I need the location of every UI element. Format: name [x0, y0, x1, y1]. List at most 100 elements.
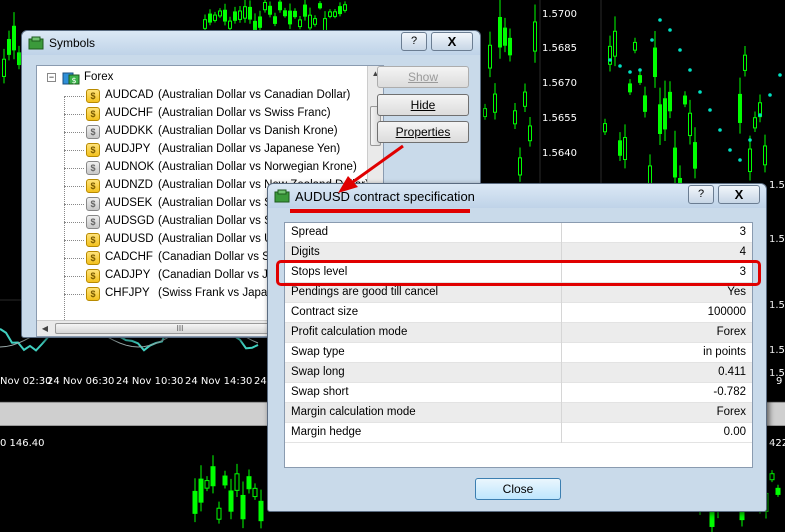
- candle: [298, 19, 302, 28]
- symbols-window-icon: [28, 36, 44, 50]
- indicator-dot: [738, 158, 742, 162]
- price-tick: 1.5685: [542, 43, 577, 54]
- candle: [2, 58, 6, 77]
- candle: [238, 10, 242, 20]
- symbol-label: CHFJPY: [105, 287, 150, 299]
- column-separator: [561, 363, 562, 383]
- tree-connector: [64, 114, 84, 115]
- red-arrow-annotation: [338, 144, 404, 193]
- candle: [273, 16, 277, 24]
- spec-table[interactable]: Spread 3 Digits 4 Stops level 3 Pendings are g…: [284, 222, 753, 468]
- candle: [288, 10, 292, 25]
- title-underline-annotation: [290, 209, 470, 213]
- currency-inactive-icon: [86, 161, 100, 175]
- lower-candle: [192, 490, 198, 514]
- currency-icon: [86, 143, 100, 157]
- tree-connector: [64, 186, 84, 187]
- indicator-dot: [678, 48, 682, 52]
- candle: [523, 91, 527, 107]
- spec-value: -0.782: [713, 386, 746, 398]
- symbol-item-audcad[interactable]: AUDCAD (Australian Dollar vs Canadian Dol…: [37, 87, 383, 105]
- spec-row-profit-calculation-mode[interactable]: Profit calculation mode Forex: [285, 323, 752, 343]
- currency-icon: [86, 89, 100, 103]
- spec-key: Margin calculation mode: [291, 406, 416, 418]
- candle: [633, 41, 637, 51]
- lower-candle: [228, 490, 234, 512]
- symbol-label: AUDNZD: [105, 179, 153, 191]
- spec-row-contract-size[interactable]: Contract size 100000: [285, 303, 752, 323]
- indicator-dot: [728, 148, 732, 152]
- spec-row-swap-type[interactable]: Swap type in points: [285, 343, 752, 363]
- spec-row-pendings-are-good-till-cancel[interactable]: Pendings are good till cancel Yes: [285, 283, 752, 303]
- candle: [268, 5, 272, 15]
- spec-row-spread[interactable]: Spread 3: [285, 223, 752, 243]
- candle: [508, 37, 512, 56]
- indicator-dot: [638, 68, 642, 72]
- hide-button[interactable]: Hide: [377, 94, 469, 116]
- symbol-label: AUDSGD: [105, 215, 155, 227]
- spec-key: Spread: [291, 226, 329, 238]
- spec-row-swap-short[interactable]: Swap short -0.782: [285, 383, 752, 403]
- column-separator: [561, 383, 562, 403]
- indicator-dot: [748, 138, 752, 142]
- symbols-title: Symbols: [49, 36, 96, 50]
- indicator-dot: [758, 113, 762, 117]
- lower-candle: [198, 478, 204, 503]
- scroll-left-icon[interactable]: ◀: [37, 321, 53, 336]
- symbols-titlebar[interactable]: Symbols ? X: [22, 31, 480, 55]
- candle: [668, 91, 672, 112]
- candle: [248, 6, 252, 20]
- price-tick: 1.5700: [542, 9, 577, 20]
- candle: [263, 1, 267, 11]
- spec-value: 3: [739, 226, 746, 238]
- candle: [643, 95, 647, 112]
- close-window-button[interactable]: X: [718, 185, 760, 204]
- indicator-dot: [718, 128, 722, 132]
- close-window-button[interactable]: X: [431, 32, 473, 51]
- show-button[interactable]: Show: [377, 66, 469, 88]
- spec-key: Swap long: [291, 366, 345, 378]
- symbol-description: (Australian Dollar vs Canadian Dollar): [158, 89, 351, 101]
- lower-candle: [222, 475, 228, 486]
- candle: [303, 4, 307, 17]
- lower-chart-label-right: 422: [769, 438, 785, 449]
- lower-candle: [769, 473, 775, 481]
- symbol-item-auddkk[interactable]: AUDDKK (Australian Dollar vs Danish Krone…: [37, 123, 383, 141]
- symbol-label: CADJPY: [105, 269, 151, 281]
- spec-value: 100000: [707, 306, 746, 318]
- symbol-label: AUDNOK: [105, 161, 155, 173]
- column-separator: [561, 343, 562, 363]
- symbol-item-audchf[interactable]: AUDCHF (Australian Dollar vs Swiss Franc): [37, 105, 383, 123]
- spec-key: Contract size: [291, 306, 359, 318]
- tree-connector: [64, 258, 84, 259]
- indicator-dot: [668, 28, 672, 32]
- currency-icon: [86, 269, 100, 283]
- candle: [753, 117, 757, 129]
- indicator-dot: [650, 38, 654, 42]
- spec-row-margin-hedge[interactable]: Margin hedge 0.00: [285, 423, 752, 443]
- collapse-icon[interactable]: −: [47, 73, 56, 82]
- spec-value: Yes: [727, 286, 746, 298]
- tree-group-forex[interactable]: − $ Forex: [37, 69, 383, 87]
- tree-connector: [64, 294, 84, 295]
- close-button[interactable]: Close: [475, 478, 561, 500]
- indicator-dot: [698, 90, 702, 94]
- symbol-label: AUDSEK: [105, 197, 153, 209]
- spec-window-icon: [274, 189, 290, 203]
- candle: [308, 14, 312, 29]
- lower-candle: [258, 500, 264, 522]
- help-button[interactable]: ?: [401, 32, 427, 51]
- column-separator: [561, 323, 562, 343]
- spec-row-swap-long[interactable]: Swap long 0.411: [285, 363, 752, 383]
- currency-icon: [86, 233, 100, 247]
- column-separator: [561, 223, 562, 243]
- spec-row-margin-calculation-mode[interactable]: Margin calculation mode Forex: [285, 403, 752, 423]
- help-button[interactable]: ?: [688, 185, 714, 204]
- currency-inactive-icon: [86, 197, 100, 211]
- column-separator: [561, 303, 562, 323]
- tree-connector: [64, 222, 84, 223]
- indicator-dot: [688, 68, 692, 72]
- symbol-label: AUDUSD: [105, 233, 154, 245]
- candle: [748, 148, 752, 173]
- candle: [313, 18, 317, 25]
